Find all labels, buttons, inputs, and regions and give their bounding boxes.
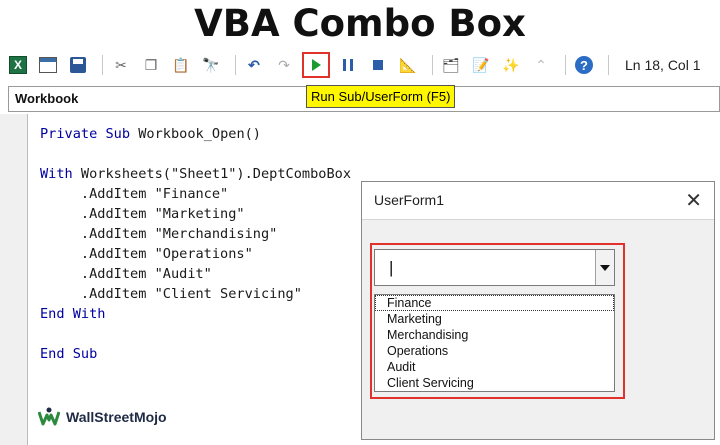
toolbar-separator — [565, 55, 566, 75]
list-item[interactable]: Audit — [375, 359, 614, 375]
code-line: End With — [40, 306, 106, 322]
list-item[interactable]: Finance — [375, 295, 614, 311]
cut-icon[interactable]: ✂ — [109, 53, 133, 77]
find-icon[interactable]: 🔭 — [199, 53, 223, 77]
editor-gutter — [0, 114, 28, 445]
properties-icon[interactable]: 📝 — [469, 53, 493, 77]
toolbox-icon[interactable]: ⌃ — [529, 53, 553, 77]
copy-icon[interactable]: ❐ — [139, 53, 163, 77]
code-line: .AddItem "Finance" — [40, 186, 229, 202]
list-item[interactable]: Marketing — [375, 311, 614, 327]
toolbar-separator — [432, 55, 433, 75]
code-line: Private Sub Workbook_Open() — [40, 126, 261, 142]
vbe-toolbar: X ✂ ❐ 📋 🔭 ↶ ↷ 📐 🗂 📝 ✨ ⌃ ? Ln 18, Col 1 — [0, 48, 720, 82]
cursor-position: Ln 18, Col 1 — [625, 57, 701, 73]
save-icon[interactable] — [66, 53, 90, 77]
list-item[interactable]: Client Servicing — [375, 375, 614, 391]
redo-icon[interactable]: ↷ — [272, 53, 296, 77]
run-button[interactable] — [302, 52, 330, 78]
userform-window: UserForm1 ✕ | Finance Marketing Merchand… — [361, 181, 715, 440]
code-line: .AddItem "Operations" — [40, 246, 253, 262]
combobox-dropdown-list[interactable]: Finance Marketing Merchandising Operatio… — [374, 294, 615, 392]
code-line: .AddItem "Audit" — [40, 266, 212, 282]
code-line: .AddItem "Client Servicing" — [40, 286, 302, 302]
text-cursor: | — [389, 258, 394, 277]
insert-userform-icon[interactable] — [36, 53, 60, 77]
page-title: VBA Combo Box — [194, 2, 526, 45]
reset-icon[interactable] — [366, 53, 390, 77]
code-line: End Sub — [40, 346, 98, 362]
code-line: With Worksheets("Sheet1").DeptComboBox — [40, 166, 352, 182]
chevron-down-icon — [600, 264, 610, 271]
wallstreetmojo-logo: WallStreetMojo — [38, 406, 167, 428]
toolbar-separator — [102, 55, 103, 75]
dropdown-button[interactable] — [595, 250, 614, 285]
logo-text: WallStreetMojo — [66, 409, 167, 425]
code-line: .AddItem "Marketing" — [40, 206, 245, 222]
userform-title: UserForm1 — [374, 192, 445, 208]
project-explorer-icon[interactable]: 🗂 — [439, 53, 463, 77]
list-item[interactable]: Merchandising — [375, 327, 614, 343]
help-icon[interactable]: ? — [572, 53, 596, 77]
run-tooltip: Run Sub/UserForm (F5) — [306, 85, 456, 108]
toolbar-separator — [235, 55, 236, 75]
code-text[interactable]: Private Sub Workbook_Open() With Workshe… — [40, 124, 351, 364]
code-line: .AddItem "Merchandising" — [40, 226, 278, 242]
paste-icon[interactable]: 📋 — [169, 53, 193, 77]
run-icon — [311, 59, 321, 71]
design-mode-icon[interactable]: 📐 — [396, 53, 420, 77]
undo-icon[interactable]: ↶ — [242, 53, 266, 77]
object-browser-icon[interactable]: ✨ — [499, 53, 523, 77]
excel-icon[interactable]: X — [6, 53, 30, 77]
dept-combobox[interactable]: | — [374, 249, 615, 286]
logo-mark-icon — [38, 407, 60, 426]
break-icon[interactable] — [336, 53, 360, 77]
object-combo-value: Workbook — [15, 91, 79, 106]
list-item[interactable]: Operations — [375, 343, 614, 359]
userform-titlebar[interactable]: UserForm1 ✕ — [362, 182, 714, 220]
toolbar-separator — [608, 55, 609, 75]
close-icon[interactable]: ✕ — [685, 188, 702, 213]
